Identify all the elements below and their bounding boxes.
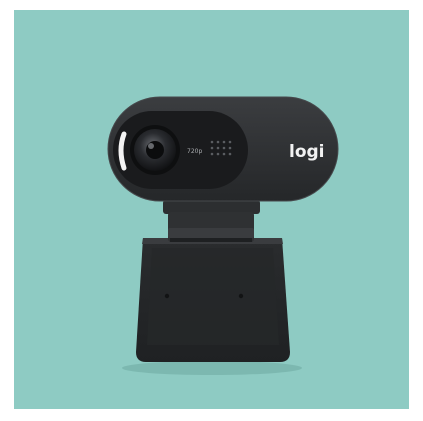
webcam-photo: 720p logi <box>107 96 339 375</box>
resolution-label: 720p <box>187 148 202 155</box>
image-frame: 720p logi <box>0 0 423 421</box>
webcam-stand <box>136 238 290 362</box>
screw-hole <box>238 293 244 299</box>
stand-shadow <box>122 361 302 375</box>
screw-hole <box>164 293 170 299</box>
brand-logo: logi <box>289 142 325 162</box>
camera-lens <box>130 125 180 175</box>
webcam-hinge <box>163 200 260 242</box>
